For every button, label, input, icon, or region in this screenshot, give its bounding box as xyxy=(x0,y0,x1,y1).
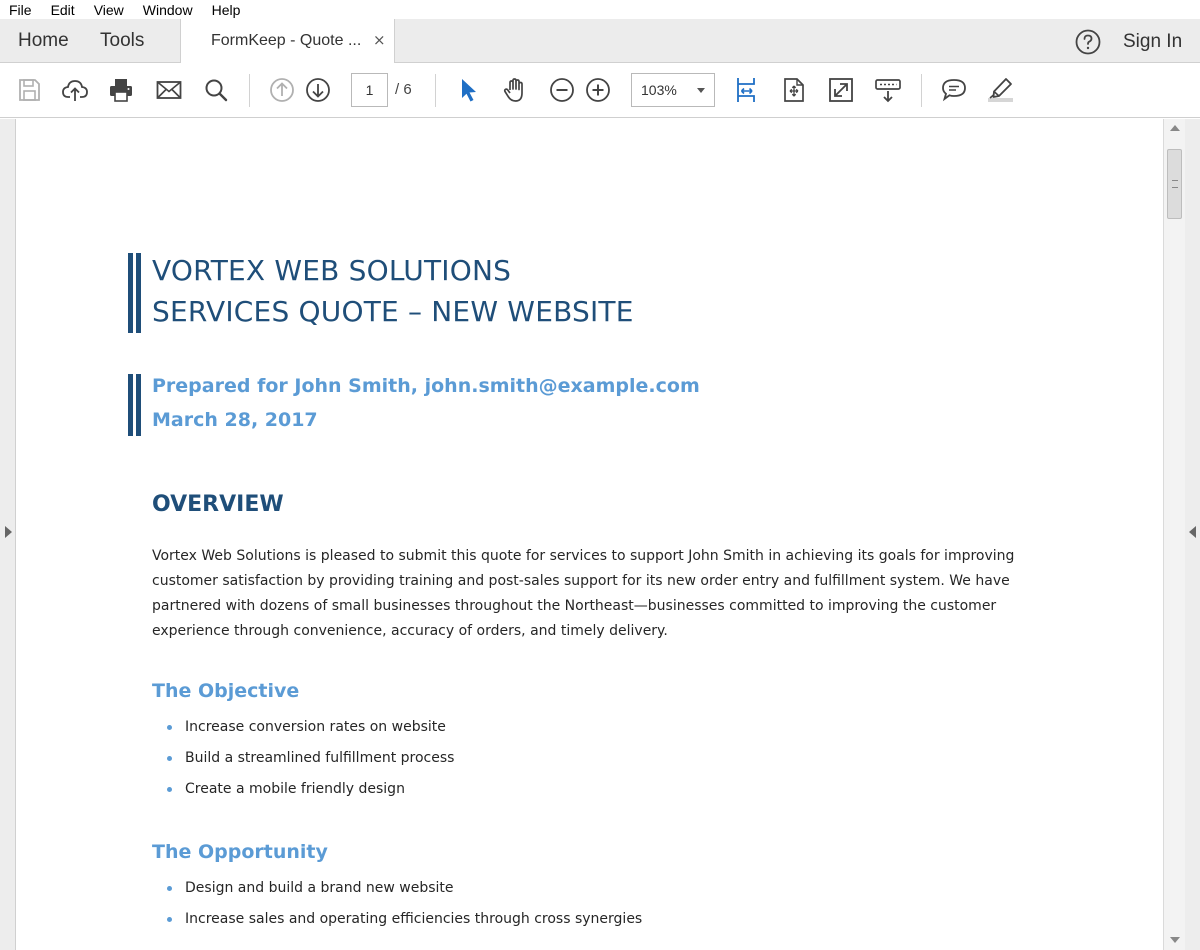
tab-tools[interactable]: Tools xyxy=(100,19,144,63)
cloud-upload-icon[interactable] xyxy=(61,76,89,104)
subtitle-accent-bar xyxy=(136,374,141,436)
menu-edit[interactable]: Edit xyxy=(42,1,85,19)
document-page: VORTEX WEB SOLUTIONS SERVICES QUOTE – NE… xyxy=(16,119,1163,950)
scroll-up-icon[interactable] xyxy=(1170,125,1180,131)
zoom-level-select[interactable]: 103% xyxy=(631,73,715,107)
page-number-input[interactable]: 1 xyxy=(351,73,388,107)
objective-heading: The Objective xyxy=(152,680,300,702)
fit-page-icon[interactable] xyxy=(780,76,808,104)
paragraph-line: partnered with dozens of small businesse… xyxy=(152,598,997,614)
expand-right-panel-icon xyxy=(1189,526,1196,538)
opportunity-heading: The Opportunity xyxy=(152,841,328,863)
title-accent-bar xyxy=(136,253,141,333)
previous-page-icon[interactable] xyxy=(268,76,296,104)
prepared-for-text: Prepared for John Smith, john.smith@exam… xyxy=(152,375,700,397)
document-viewport: VORTEX WEB SOLUTIONS SERVICES QUOTE – NE… xyxy=(0,119,1200,950)
zoom-level-value: 103% xyxy=(641,82,677,98)
page-total-label: / 6 xyxy=(395,81,412,98)
toolbar: 1 / 6 103% xyxy=(0,63,1200,118)
list-item: Create a mobile friendly design xyxy=(166,779,454,810)
read-mode-icon[interactable] xyxy=(874,76,902,104)
comment-icon[interactable] xyxy=(940,76,968,104)
hand-tool-icon[interactable] xyxy=(501,76,529,104)
paragraph-line: experience through convenience, accuracy… xyxy=(152,623,668,639)
tab-home[interactable]: Home xyxy=(18,19,69,63)
list-item: Design and build a brand new website xyxy=(166,878,642,909)
paragraph-line: customer satisfaction by providing train… xyxy=(152,573,1010,589)
menu-bar: File Edit View Window Help xyxy=(0,0,1200,19)
overview-heading: OVERVIEW xyxy=(152,492,284,517)
document-tab-label: FormKeep - Quote ... xyxy=(211,32,362,49)
select-cursor-icon[interactable] xyxy=(455,76,483,104)
toolbar-separator xyxy=(921,74,922,107)
menu-help[interactable]: Help xyxy=(203,1,251,19)
left-panel-toggle[interactable] xyxy=(0,119,16,950)
list-item: Increase sales and operating efficiencie… xyxy=(166,909,642,940)
vertical-scrollbar[interactable] xyxy=(1163,119,1185,950)
scroll-down-icon[interactable] xyxy=(1170,937,1180,943)
expand-left-panel-icon xyxy=(5,526,12,538)
tab-bar: Home Tools FormKeep - Quote ... × Sign I… xyxy=(0,19,1200,65)
save-icon[interactable] xyxy=(15,76,43,104)
help-icon[interactable] xyxy=(1075,29,1101,55)
toolbar-separator xyxy=(435,74,436,107)
print-icon[interactable] xyxy=(107,76,135,104)
list-item: Increase conversion rates on website xyxy=(166,717,454,748)
quote-date: March 28, 2017 xyxy=(152,409,318,431)
title-accent-bar xyxy=(128,253,133,333)
paragraph-line: Vortex Web Solutions is pleased to submi… xyxy=(152,548,1015,564)
search-icon[interactable] xyxy=(202,76,230,104)
document-title-line1: VORTEX WEB SOLUTIONS xyxy=(152,254,512,287)
menu-file[interactable]: File xyxy=(0,1,42,19)
next-page-icon[interactable] xyxy=(304,76,332,104)
fit-width-icon[interactable] xyxy=(732,76,760,104)
zoom-in-icon[interactable] xyxy=(584,76,612,104)
list-item: Build a streamlined fulfillment process xyxy=(166,748,454,779)
zoom-out-icon[interactable] xyxy=(548,76,576,104)
email-icon[interactable] xyxy=(155,76,183,104)
right-panel-toggle[interactable] xyxy=(1185,119,1200,950)
menu-view[interactable]: View xyxy=(85,1,134,19)
toolbar-separator xyxy=(249,74,250,107)
chevron-down-icon xyxy=(697,88,705,93)
opportunity-list: Design and build a brand new website Inc… xyxy=(166,878,642,940)
overview-paragraph: Vortex Web Solutions is pleased to submi… xyxy=(152,544,1032,644)
full-screen-icon[interactable] xyxy=(827,76,855,104)
menu-window[interactable]: Window xyxy=(134,1,203,19)
sign-in-button[interactable]: Sign In xyxy=(1123,19,1182,65)
highlighter-icon[interactable] xyxy=(986,76,1014,104)
close-tab-icon[interactable]: × xyxy=(373,31,386,49)
subtitle-accent-bar xyxy=(128,374,133,436)
document-tab[interactable]: FormKeep - Quote ... × xyxy=(180,19,395,64)
objective-list: Increase conversion rates on website Bui… xyxy=(166,717,454,810)
document-title-line2: SERVICES QUOTE – NEW WEBSITE xyxy=(152,295,634,328)
scrollbar-thumb[interactable] xyxy=(1167,149,1182,219)
